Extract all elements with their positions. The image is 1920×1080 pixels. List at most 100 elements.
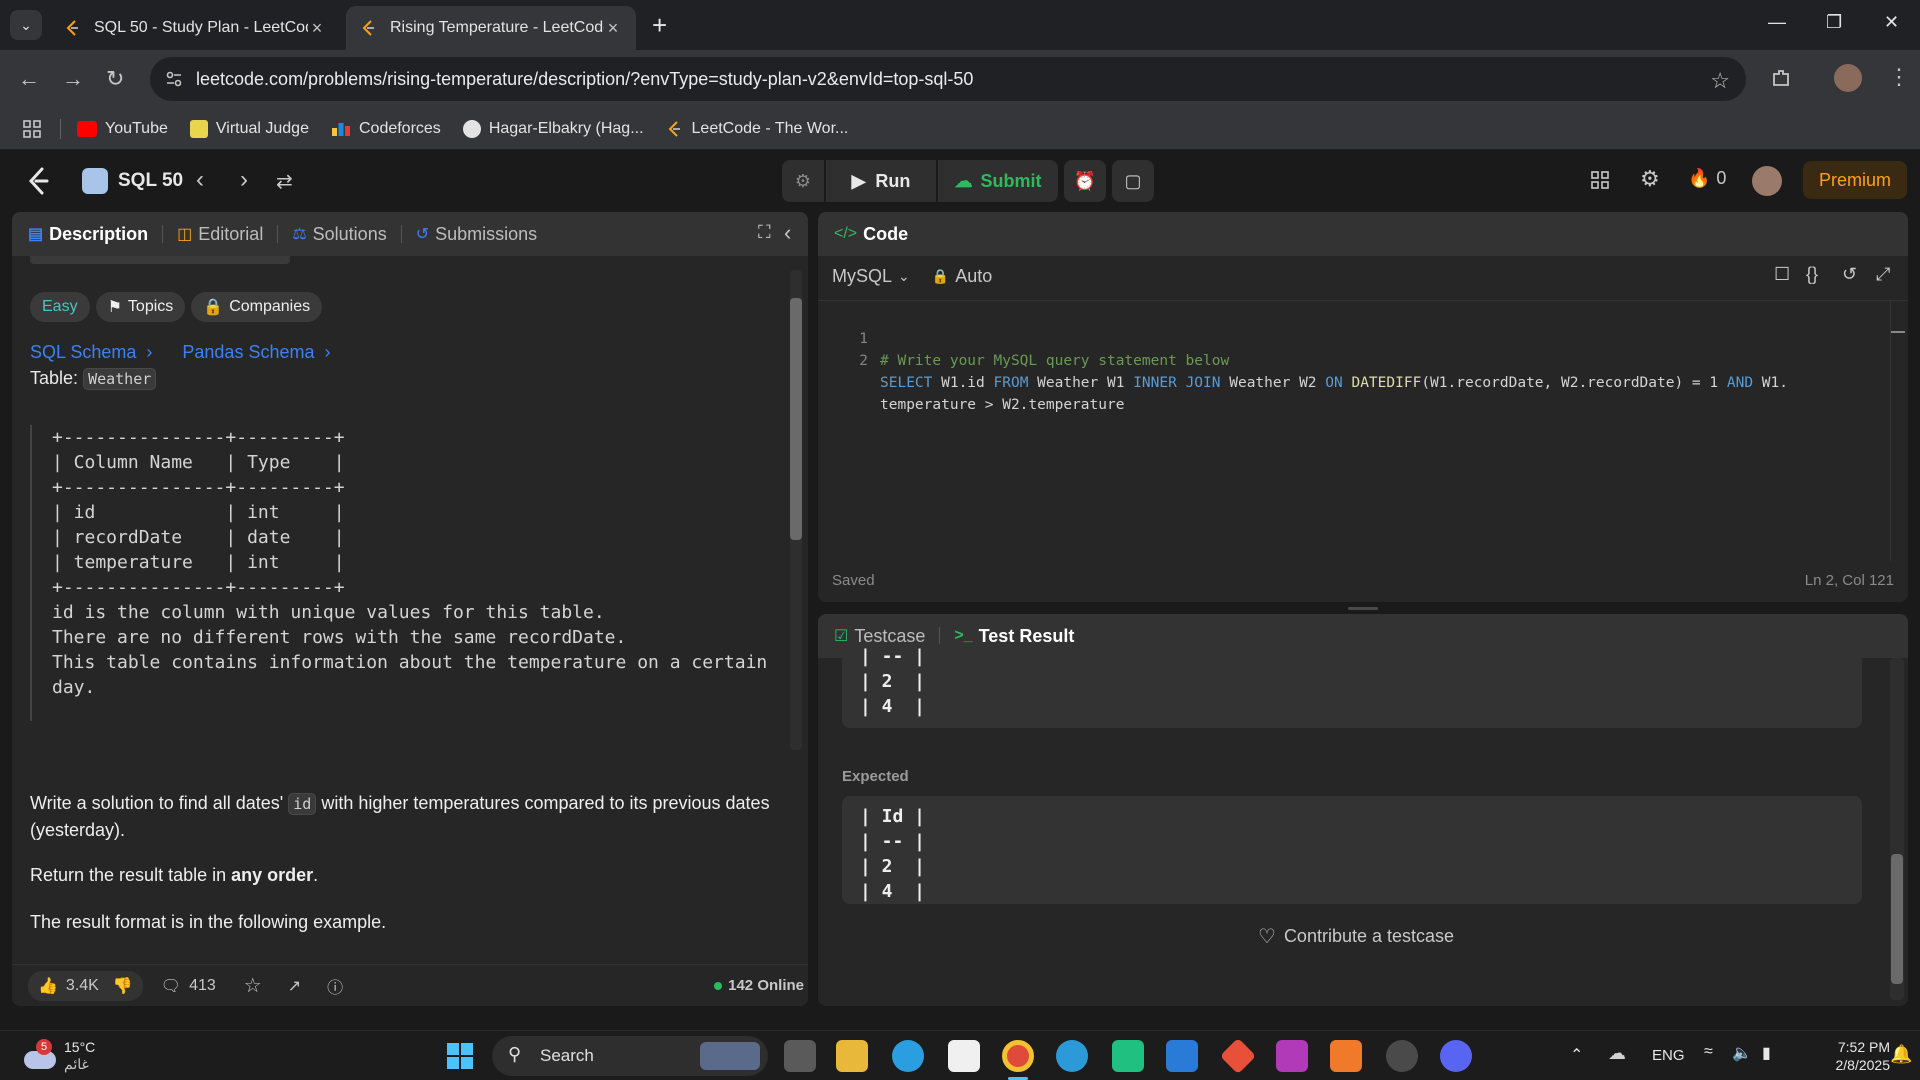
back-icon[interactable]: ←: [18, 66, 40, 92]
bookmark-leetcode[interactable]: LeetCode - The Wor...: [666, 120, 848, 138]
tab-submissions[interactable]: ↺ Submissions: [416, 224, 537, 245]
premium-button[interactable]: Premium: [1803, 161, 1907, 199]
sql-schema-link[interactable]: SQL Schema ›: [30, 342, 152, 363]
telegram-icon[interactable]: [892, 1040, 924, 1072]
submit-button[interactable]: ☁ Submit: [938, 160, 1058, 202]
study-plan-link[interactable]: SQL 50: [82, 168, 183, 194]
vscode-icon[interactable]: [1166, 1040, 1198, 1072]
tab-editorial[interactable]: ◫ Editorial: [177, 224, 263, 245]
language-indicator[interactable]: ENG: [1652, 1047, 1685, 1064]
contribute-testcase-link[interactable]: ♡ Contribute a testcase: [1258, 924, 1454, 949]
tab-solutions[interactable]: ⚖ Solutions: [292, 224, 386, 245]
apps-grid-icon[interactable]: [22, 119, 42, 139]
site-info-icon[interactable]: [164, 69, 184, 89]
bookmark-virtual-judge[interactable]: Virtual Judge: [189, 119, 309, 138]
streak-counter[interactable]: 🔥 0: [1688, 168, 1726, 189]
file-explorer-icon[interactable]: [836, 1040, 868, 1072]
extensions-icon[interactable]: [1770, 67, 1792, 89]
collapse-icon[interactable]: ‹: [784, 220, 791, 246]
language-label: MySQL: [832, 266, 893, 286]
bookmark-star-icon[interactable]: ☆: [1710, 68, 1730, 94]
description-scrollbar[interactable]: [790, 270, 802, 750]
notion-icon[interactable]: [948, 1040, 980, 1072]
code-editor[interactable]: 1 # Write your MySQL query statement bel…: [818, 300, 1908, 561]
run-button[interactable]: ▶ Run: [826, 160, 936, 202]
chevron-down-icon: ⌄: [898, 268, 910, 284]
forward-icon[interactable]: →: [62, 66, 84, 92]
notification-bell-icon[interactable]: 🔔: [1890, 1044, 1912, 1065]
scrollbar-thumb[interactable]: [790, 298, 802, 540]
close-window-icon[interactable]: ✕: [1884, 12, 1899, 33]
panel-resize-handle[interactable]: [1348, 607, 1378, 610]
taskbar-search[interactable]: ⚲ Search: [492, 1036, 768, 1076]
editor-scrollbar[interactable]: [1890, 301, 1905, 561]
tab-description[interactable]: ▤ Description: [28, 224, 148, 245]
scrollbar-thumb[interactable]: [1891, 854, 1903, 984]
volume-icon[interactable]: 🔈: [1732, 1043, 1752, 1063]
instruction-text: Return the result table in: [30, 865, 227, 885]
bookmark-youtube[interactable]: YouTube: [77, 120, 168, 138]
windows-start-icon[interactable]: [446, 1042, 474, 1070]
git-icon[interactable]: [1219, 1037, 1257, 1075]
timer-button[interactable]: ⏰: [1064, 160, 1106, 202]
bookmark-icon[interactable]: ☐: [1774, 264, 1790, 285]
bookmark-github[interactable]: Hagar-Elbakry (Hag...: [462, 119, 644, 138]
browser-tab-rising-temperature[interactable]: Rising Temperature - LeetCode ×: [346, 6, 636, 50]
phpstorm-icon[interactable]: [1276, 1040, 1308, 1072]
debug-button[interactable]: ⚙: [782, 160, 824, 202]
layout-grid-icon[interactable]: [1590, 170, 1610, 190]
thumbs-down-icon[interactable]: 👎: [113, 976, 133, 996]
settings-gear-icon[interactable]: ⚙: [1640, 166, 1660, 192]
search-highlight-image: [700, 1042, 760, 1070]
user-avatar[interactable]: [1752, 166, 1782, 196]
chrome-icon[interactable]: [1002, 1040, 1034, 1072]
auto-mode-toggle[interactable]: 🔒 Auto: [932, 266, 992, 287]
next-problem-icon[interactable]: ›: [240, 166, 248, 194]
tab-search-button[interactable]: ⌄: [10, 10, 42, 40]
star-icon[interactable]: ☆: [244, 973, 262, 998]
pandas-schema-link[interactable]: Pandas Schema ›: [182, 342, 330, 363]
battery-icon[interactable]: ▮: [1762, 1043, 1771, 1063]
likes-count: 3.4K: [65, 976, 99, 994]
companies-button[interactable]: 🔒 Companies: [191, 292, 323, 322]
edge-icon[interactable]: [1056, 1040, 1088, 1072]
weather-widget[interactable]: 5 15°C غائم: [22, 1039, 95, 1073]
system-tray-chevron-icon[interactable]: ⌃: [1570, 1045, 1583, 1065]
clion-icon[interactable]: [1112, 1040, 1144, 1072]
xampp-icon[interactable]: [1330, 1040, 1362, 1072]
online-count: 142 Online: [728, 977, 804, 994]
clock[interactable]: 7:52 PM 2/8/2025: [1800, 1038, 1891, 1074]
shuffle-icon[interactable]: ⇄: [276, 169, 293, 194]
language-select[interactable]: MySQL ⌄: [832, 266, 910, 287]
thumbs-up-icon[interactable]: 👍: [38, 976, 58, 996]
restore-icon[interactable]: ❐: [1826, 12, 1842, 33]
fullscreen-icon[interactable]: ⤢: [1876, 264, 1890, 285]
new-tab-button[interactable]: +: [652, 10, 667, 41]
wifi-icon[interactable]: ≈: [1704, 1043, 1713, 1061]
profile-avatar[interactable]: [1834, 64, 1862, 92]
topics-button[interactable]: ⚑ Topics: [95, 292, 186, 322]
prev-problem-icon[interactable]: ‹: [196, 166, 204, 194]
leetcode-logo-icon[interactable]: [26, 166, 52, 196]
obs-icon[interactable]: [1386, 1040, 1418, 1072]
bookmark-codeforces[interactable]: Codeforces: [331, 120, 441, 138]
discord-icon[interactable]: [1440, 1040, 1472, 1072]
reload-icon[interactable]: ↻: [106, 66, 124, 92]
minimize-icon[interactable]: —: [1768, 12, 1786, 33]
comment-icon[interactable]: 🗨: [161, 976, 181, 996]
chevron-down-icon: ⌄: [20, 16, 32, 33]
browser-tab-sql50[interactable]: SQL 50 - Study Plan - LeetCode ×: [50, 6, 340, 50]
task-view-icon[interactable]: [784, 1040, 816, 1072]
reset-icon[interactable]: ↺: [1842, 264, 1857, 285]
onedrive-cloud-icon[interactable]: ☁: [1608, 1043, 1626, 1064]
url-field[interactable]: leetcode.com/problems/rising-temperature…: [150, 57, 1746, 101]
help-icon[interactable]: ⓘ: [327, 974, 343, 998]
notes-button[interactable]: ▢: [1112, 160, 1154, 202]
result-scrollbar[interactable]: [1890, 658, 1904, 1000]
format-braces-icon[interactable]: {}: [1806, 264, 1818, 285]
close-tab-icon[interactable]: ×: [308, 18, 326, 39]
close-tab-icon[interactable]: ×: [604, 18, 622, 39]
more-menu-icon[interactable]: ⋮: [1888, 64, 1910, 90]
share-icon[interactable]: ↗: [288, 976, 301, 996]
maximize-icon[interactable]: ⛶: [758, 222, 771, 243]
